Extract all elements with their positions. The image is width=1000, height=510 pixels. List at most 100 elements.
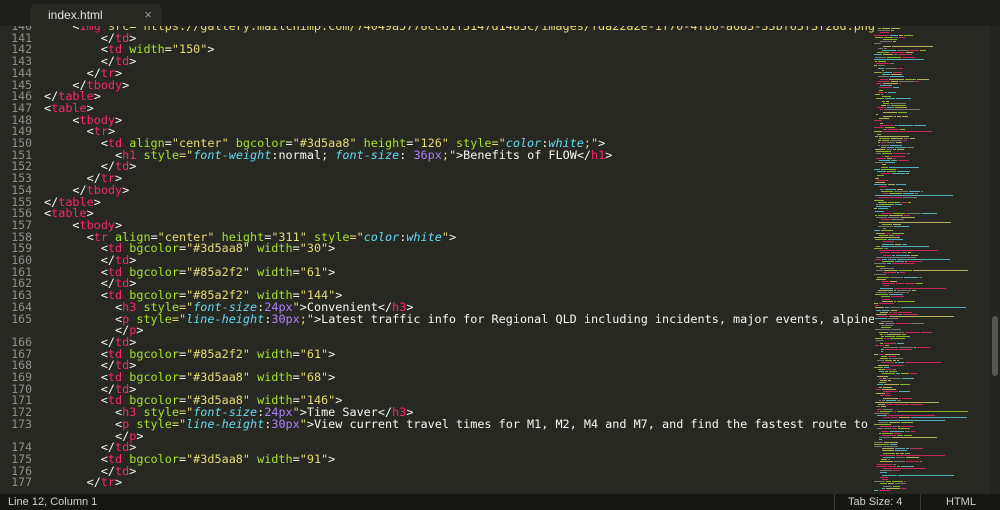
minimap-stroke (879, 87, 892, 89)
code-area[interactable]: <img src="https://gallery.mailchimp.com/… (44, 26, 874, 494)
minimap-stroke (901, 201, 907, 203)
minimap-stroke (899, 349, 912, 351)
minimap-stroke (895, 450, 907, 452)
minimap-stroke (875, 36, 883, 38)
minimap-stroke (906, 292, 909, 293)
status-bar: Line 12, Column 1 Tab Size: 4 HTML (0, 494, 1000, 510)
minimap-stroke (880, 188, 884, 190)
minimap-stroke (879, 421, 888, 423)
minimap-stroke (878, 364, 889, 366)
minimap-stroke (882, 298, 890, 300)
minimap-stroke (897, 50, 909, 51)
minimap-stroke (876, 98, 884, 100)
minimap-stroke (911, 254, 918, 256)
minimap-stroke (886, 149, 892, 150)
minimap-stroke (898, 314, 902, 315)
minimap-stroke (881, 459, 887, 461)
vertical-scrollbar[interactable] (990, 26, 1000, 494)
minimap-stroke (896, 322, 910, 324)
minimap-stroke (903, 140, 907, 142)
tab-size-selector[interactable]: Tab Size: 4 (848, 496, 902, 508)
minimap-stroke (906, 457, 919, 458)
minimap-stroke (882, 435, 896, 436)
minimap-stroke (887, 107, 894, 109)
syntax-selector[interactable]: HTML (946, 496, 976, 508)
minimap-stroke (878, 404, 885, 406)
minimap-stroke (885, 307, 889, 309)
minimap-stroke (888, 465, 896, 467)
minimap-stroke (879, 322, 884, 324)
status-divider (834, 494, 835, 510)
minimap-stroke (883, 131, 932, 133)
minimap-stroke (881, 230, 893, 232)
minimap-stroke (897, 300, 915, 302)
minimap-stroke (887, 333, 901, 335)
minimap-stroke (896, 142, 902, 144)
minimap-stroke (902, 243, 907, 245)
minimap-stroke (886, 100, 889, 102)
scrollbar-thumb[interactable] (992, 316, 998, 376)
tab-index-html[interactable]: index.html × (30, 4, 162, 26)
minimap-stroke (893, 153, 906, 155)
minimap-stroke (880, 342, 883, 344)
close-icon[interactable]: × (144, 7, 152, 22)
minimap-stroke (921, 331, 932, 333)
minimap-stroke (878, 215, 888, 216)
minimap[interactable] (874, 26, 988, 494)
minimap-stroke (876, 153, 881, 155)
minimap-stroke (899, 36, 905, 38)
minimap-stroke (881, 327, 891, 329)
minimap-stroke (887, 338, 889, 340)
minimap-stroke (874, 54, 882, 56)
minimap-stroke (889, 294, 903, 296)
minimap-stroke (875, 307, 884, 309)
minimap-stroke (876, 265, 885, 267)
minimap-stroke (882, 432, 893, 434)
minimap-stroke (882, 388, 896, 390)
minimap-stroke (881, 146, 886, 148)
minimap-stroke (887, 263, 891, 265)
minimap-stroke (888, 314, 897, 315)
minimap-stroke (885, 127, 895, 128)
minimap-stroke (885, 322, 895, 324)
tab-filename: index.html (48, 8, 103, 22)
minimap-stroke (878, 65, 885, 67)
minimap-stroke (878, 419, 945, 421)
minimap-stroke (877, 360, 884, 362)
minimap-stroke (896, 98, 911, 100)
minimap-stroke (883, 485, 892, 487)
minimap-stroke (882, 373, 895, 375)
minimap-stroke (890, 197, 902, 199)
minimap-stroke (878, 142, 880, 144)
minimap-stroke (885, 67, 897, 69)
minimap-stroke (881, 349, 884, 351)
minimap-stroke (895, 146, 906, 148)
minimap-stroke (888, 380, 891, 381)
minimap-stroke (896, 184, 906, 186)
minimap-stroke (893, 360, 896, 362)
minimap-stroke (882, 450, 894, 452)
minimap-stroke (876, 340, 883, 342)
minimap-stroke (883, 347, 898, 348)
minimap-stroke (878, 140, 881, 142)
minimap-stroke (876, 393, 885, 395)
minimap-stroke (882, 96, 891, 98)
minimap-stroke (874, 424, 891, 425)
minimap-stroke (882, 100, 885, 102)
minimap-stroke (888, 292, 893, 293)
minimap-stroke (886, 404, 893, 406)
minimap-stroke (880, 410, 892, 412)
minimap-stroke (889, 78, 904, 80)
minimap-stroke (882, 28, 890, 29)
minimap-stroke (879, 221, 951, 223)
minimap-stroke (876, 157, 886, 159)
minimap-stroke (880, 78, 888, 80)
minimap-stroke (885, 98, 895, 100)
code-line: <p style="line-height:30px">View current… (44, 416, 868, 431)
minimap-stroke (902, 333, 906, 335)
minimap-stroke (884, 342, 896, 344)
minimap-stroke (908, 201, 911, 203)
code-editor[interactable]: 140 141 142 143 144 145 146 147 148 149 150 151 152 1… (0, 26, 1000, 494)
minimap-stroke (888, 184, 895, 186)
minimap-stroke (892, 358, 903, 359)
